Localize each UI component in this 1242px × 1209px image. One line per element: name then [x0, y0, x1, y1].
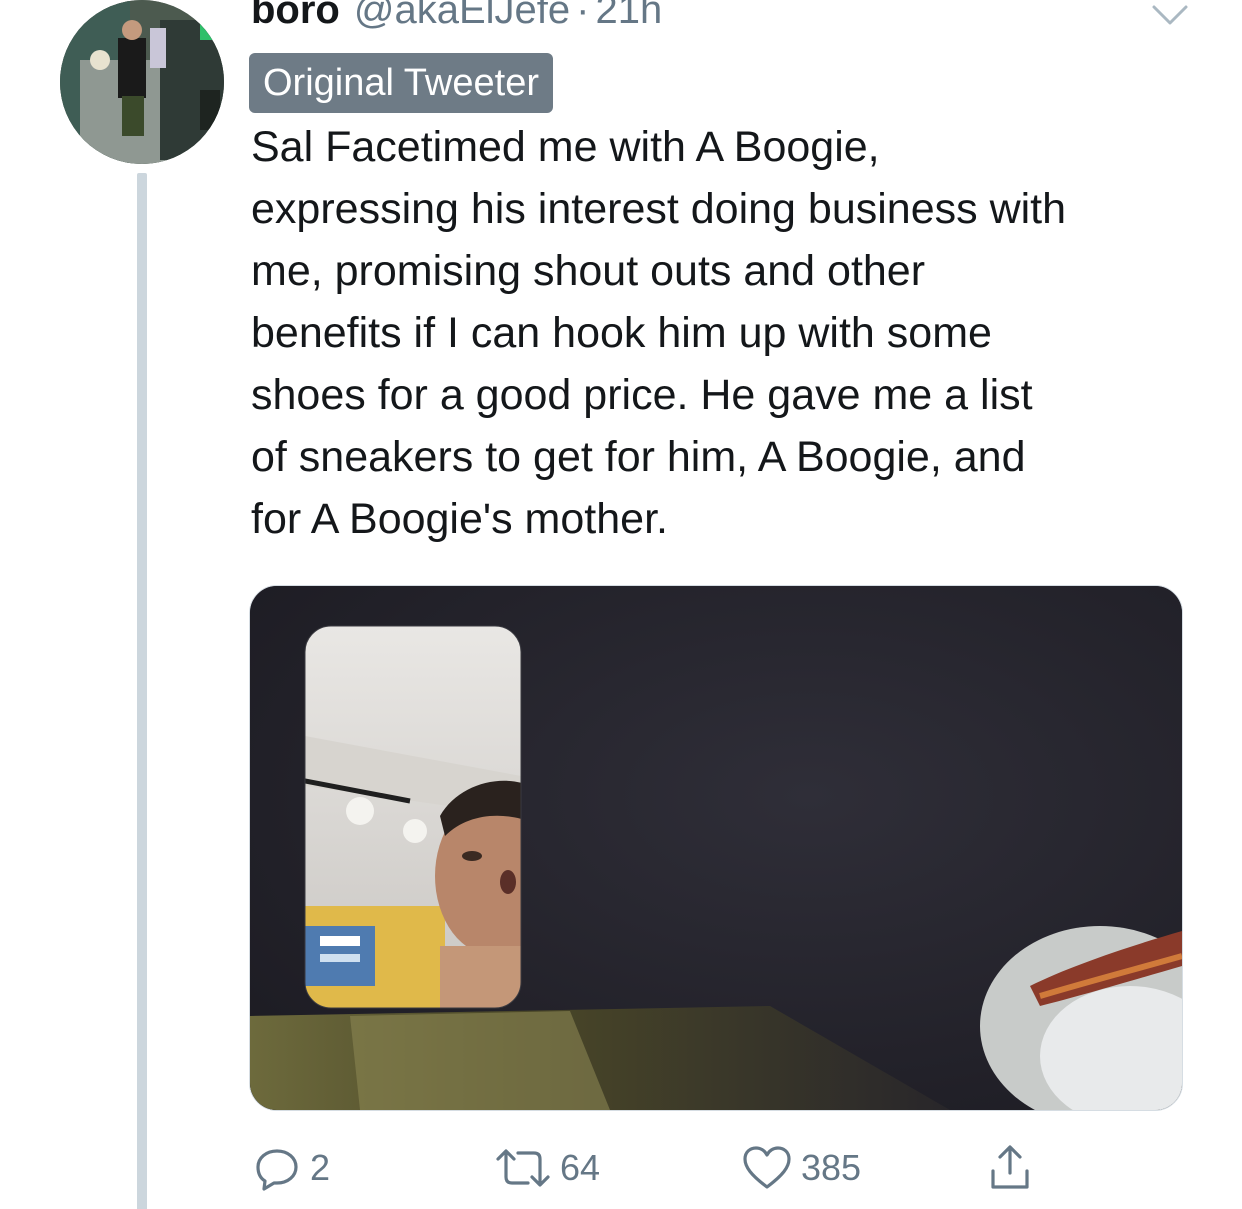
tweet-text-line: for A Boogie's mother.: [251, 495, 668, 543]
tweet-text-line: Sal Facetimed me with A Boogie,: [251, 123, 880, 171]
tweet-text: Sal Facetimed me with A Boogie, expressi…: [251, 116, 1211, 550]
retweet-count: 64: [560, 1147, 601, 1188]
tweet-text-line: me, promising shout outs and other: [251, 247, 926, 295]
reply-icon: [256, 1149, 298, 1191]
tweet-actions: 2 64 385: [0, 1138, 1242, 1198]
tweet-text-line: benefits if I can hook him up with some: [251, 309, 992, 357]
chevron-down-icon[interactable]: [1150, 2, 1190, 28]
like-button[interactable]: 385: [741, 1138, 861, 1198]
tweet-text-line: shoes for a good price. He gave me a lis…: [251, 371, 1033, 419]
thread-line: [137, 173, 147, 1209]
share-button[interactable]: [985, 1138, 1035, 1198]
like-icon: [743, 1146, 791, 1189]
like-count: 385: [801, 1147, 862, 1188]
retweet-button[interactable]: 64: [494, 1138, 600, 1198]
tweet-media-image[interactable]: [249, 585, 1183, 1111]
user-handle[interactable]: @akaElJefe: [354, 0, 570, 33]
retweet-icon: [496, 1149, 550, 1187]
avatar[interactable]: [60, 0, 224, 164]
tweet-text-line: of sneakers to get for him, A Boogie, an…: [251, 433, 1026, 481]
tweet: boro @akaElJefe · 21h Original Tweeter S…: [0, 0, 1242, 1209]
reply-button[interactable]: 2: [252, 1138, 330, 1198]
tweet-text-line: expressing his interest doing business w…: [251, 185, 1067, 233]
separator-dot: ·: [576, 0, 590, 32]
tweet-header: boro @akaElJefe · 21h: [251, 0, 662, 44]
facetime-screenshot: [250, 586, 1182, 1110]
share-icon: [991, 1145, 1029, 1189]
timestamp[interactable]: 21h: [595, 0, 662, 33]
display-name[interactable]: boro: [251, 0, 340, 33]
reply-count: 2: [310, 1147, 331, 1188]
original-tweeter-badge: Original Tweeter: [249, 53, 553, 113]
avatar-photo: [60, 0, 224, 164]
